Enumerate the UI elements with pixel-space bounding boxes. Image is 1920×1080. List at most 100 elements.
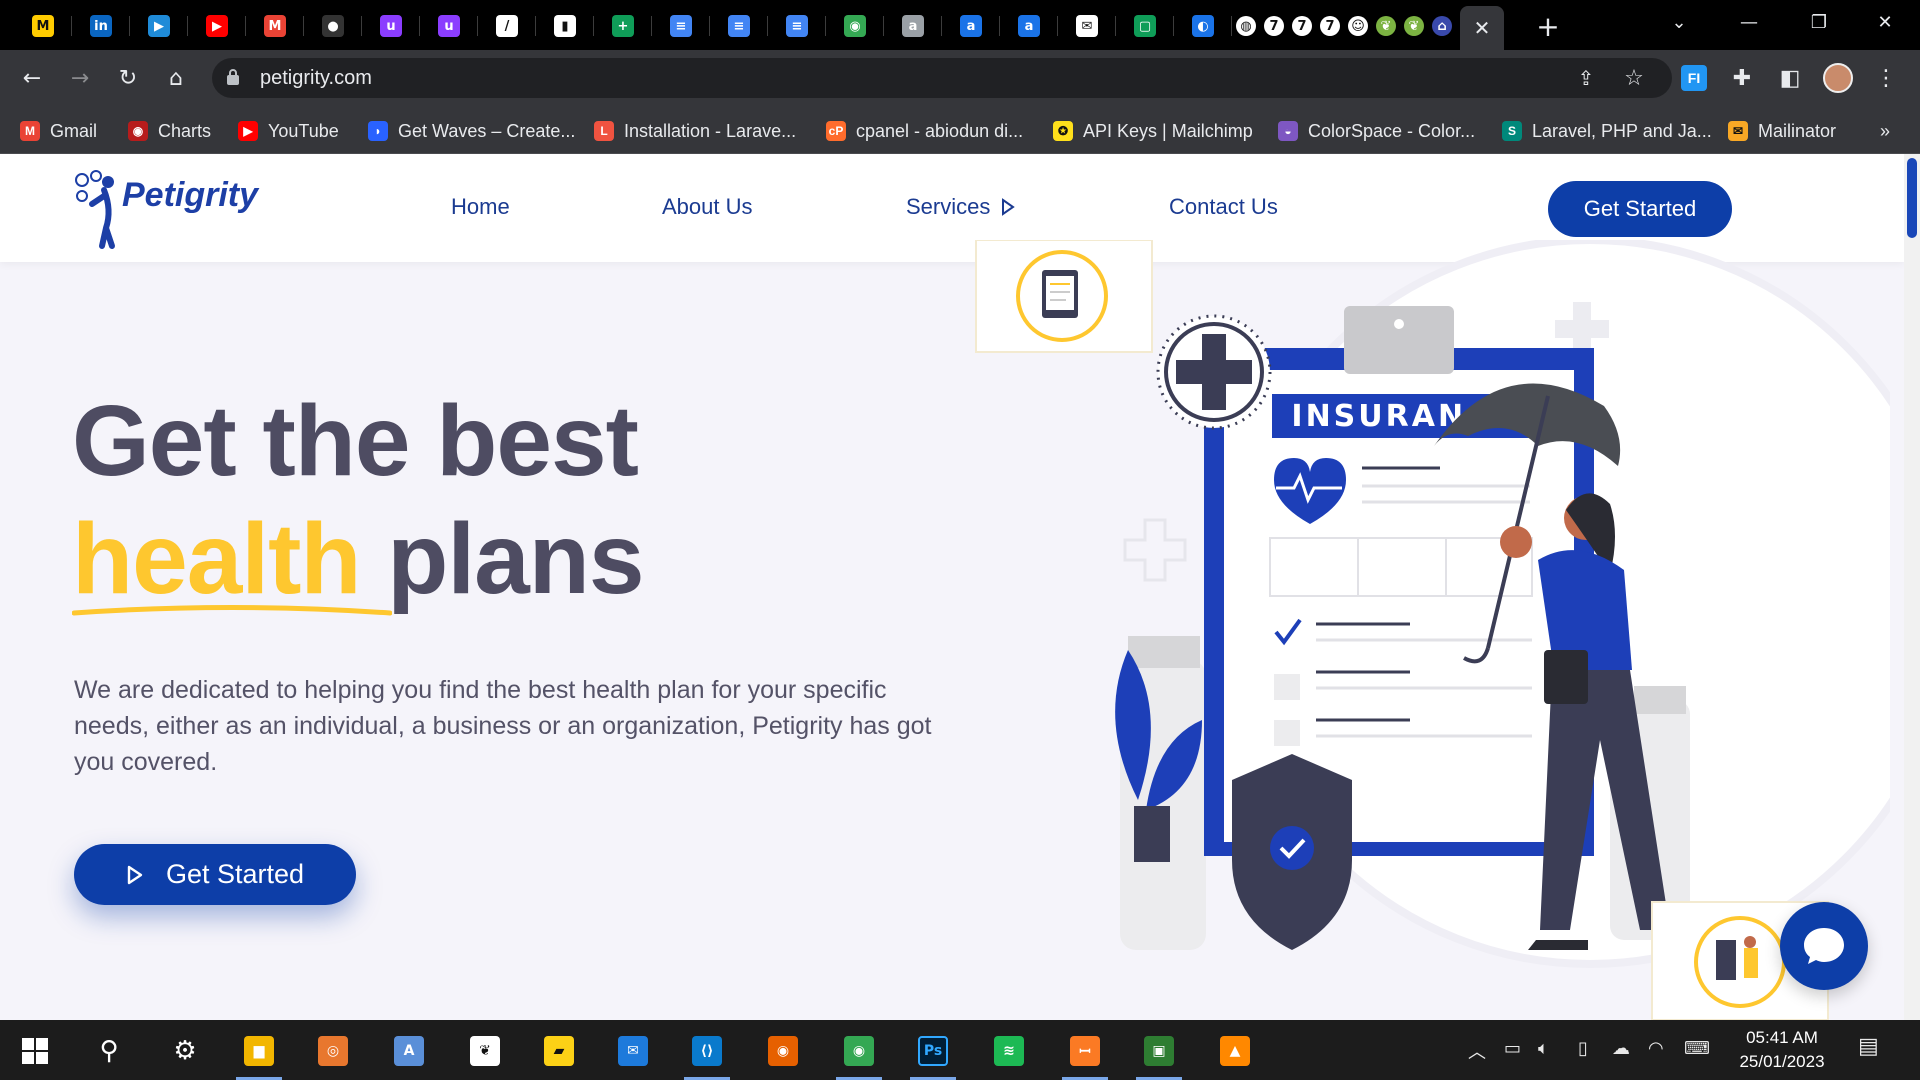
bookmark-item[interactable]: ◗ Get Waves – Create... bbox=[368, 118, 575, 144]
restore-icon[interactable]: ❐ bbox=[1784, 0, 1854, 44]
browser-tab[interactable]: ▶ bbox=[130, 8, 188, 44]
back-icon[interactable]: ← bbox=[14, 60, 50, 96]
browser-tab[interactable]: ◐ bbox=[1174, 8, 1232, 44]
sidepanel-icon[interactable]: ◧ bbox=[1772, 60, 1808, 96]
bookmark-item[interactable]: ◉ Charts bbox=[128, 118, 211, 144]
browser-tab[interactable]: u bbox=[420, 8, 478, 44]
browser-tab[interactable]: ✉ bbox=[1058, 8, 1116, 44]
nav-contact-link[interactable]: Contact Us bbox=[1169, 194, 1278, 220]
taskbar-app-vlc[interactable]: ▲ bbox=[1204, 1028, 1266, 1074]
taskbar-app-app-green[interactable]: ▣ bbox=[1128, 1028, 1190, 1080]
address-bar[interactable]: petigrity.com bbox=[212, 58, 1672, 98]
taskbar-app-file-explorer[interactable]: ▆ bbox=[228, 1028, 290, 1080]
nav-services-label: Services bbox=[906, 194, 991, 219]
browser-tab[interactable]: 7 bbox=[1260, 8, 1288, 44]
share-icon[interactable]: ⇪ bbox=[1568, 60, 1604, 96]
bookmark-item[interactable]: ◒ ColorSpace - Color... bbox=[1278, 118, 1475, 144]
bookmark-item[interactable]: M Gmail bbox=[20, 118, 97, 144]
battery-icon[interactable]: ▭ bbox=[1504, 1038, 1521, 1059]
puzzle-icon[interactable]: ✚ bbox=[1724, 60, 1760, 96]
browser-tab[interactable]: ◉ bbox=[826, 8, 884, 44]
new-tab-button[interactable]: + bbox=[1530, 10, 1566, 43]
taskbar-app-photoshop[interactable]: Ps bbox=[902, 1028, 964, 1080]
active-browser-tab[interactable]: ✕ bbox=[1460, 6, 1504, 50]
browser-tab[interactable]: a bbox=[1000, 8, 1058, 44]
taskbar-app-settings[interactable]: ⚙ bbox=[154, 1028, 216, 1074]
browser-tab[interactable]: ≡ bbox=[768, 8, 826, 44]
close-icon[interactable]: ✕ bbox=[1474, 16, 1491, 41]
browser-tab[interactable]: ❦ bbox=[1400, 8, 1428, 44]
taskbar-app-vscode[interactable]: ⟨⟩ bbox=[676, 1028, 738, 1080]
browser-tab[interactable]: u bbox=[362, 8, 420, 44]
taskbar-app-firefox[interactable]: ◉ bbox=[752, 1028, 814, 1074]
browser-tab[interactable]: + bbox=[594, 8, 652, 44]
browser-tab[interactable]: M bbox=[246, 8, 304, 44]
browser-tab[interactable]: a bbox=[942, 8, 1000, 44]
extension-fi-icon[interactable]: FI bbox=[1676, 60, 1712, 96]
star-icon[interactable]: ☆ bbox=[1616, 60, 1652, 96]
bookmark-item[interactable]: S Laravel, PHP and Ja... bbox=[1502, 118, 1712, 144]
system-clock[interactable]: 05:41 AM 25/01/2023 bbox=[1720, 1026, 1844, 1074]
nav-services-link[interactable]: Services bbox=[906, 194, 1016, 220]
browser-tab[interactable]: ≡ bbox=[652, 8, 710, 44]
forward-icon[interactable]: → bbox=[62, 60, 98, 96]
avatar[interactable] bbox=[1820, 60, 1856, 96]
keyboard-icon[interactable]: ⌨ bbox=[1684, 1038, 1710, 1059]
page-scrollbar[interactable] bbox=[1904, 154, 1920, 1020]
chevron-down-icon[interactable]: ⌄ bbox=[1644, 0, 1714, 44]
browser-tab[interactable]: in bbox=[72, 8, 130, 44]
reload-icon[interactable]: ↻ bbox=[110, 60, 146, 96]
taskbar-app-spotify[interactable]: ≋ bbox=[978, 1028, 1040, 1074]
taskbar-app-xampp[interactable]: ꟷ bbox=[1054, 1028, 1116, 1080]
bookmark-label: API Keys | Mailchimp bbox=[1083, 120, 1253, 141]
bookmark-item[interactable]: ✉ Mailinator bbox=[1728, 118, 1836, 144]
start-button[interactable] bbox=[4, 1028, 66, 1074]
browser-tab[interactable]: ≡ bbox=[710, 8, 768, 44]
cloud-icon[interactable]: ☁ bbox=[1612, 1038, 1630, 1059]
taskbar-app-sticky-notes[interactable]: ▰ bbox=[528, 1028, 590, 1074]
minimize-icon[interactable]: — bbox=[1714, 0, 1784, 44]
menu-icon[interactable]: ⋮ bbox=[1868, 60, 1904, 96]
browser-tab[interactable]: ◍ bbox=[1232, 8, 1260, 44]
nav-get-started-button[interactable]: Get Started bbox=[1548, 181, 1732, 237]
bookmarks-overflow-icon[interactable]: » bbox=[1880, 118, 1890, 144]
nav-about-link[interactable]: About Us bbox=[662, 194, 753, 220]
browser-tab[interactable]: a bbox=[884, 8, 942, 44]
browser-tab[interactable]: ⌂ bbox=[1428, 8, 1456, 44]
lock-icon[interactable] bbox=[226, 68, 240, 86]
scrollbar-thumb[interactable] bbox=[1907, 158, 1917, 238]
bookmark-item[interactable]: cP cpanel - abiodun di... bbox=[826, 118, 1023, 144]
browser-tab[interactable]: 7 bbox=[1316, 8, 1344, 44]
hero-get-started-button[interactable]: Get Started bbox=[74, 844, 356, 905]
browser-tab[interactable]: M bbox=[14, 8, 72, 44]
browser-tab[interactable]: ● bbox=[304, 8, 362, 44]
bookmark-item[interactable]: ✪ API Keys | Mailchimp bbox=[1053, 118, 1253, 144]
chat-widget-button[interactable] bbox=[1780, 902, 1868, 990]
bookmark-item[interactable]: ▶ YouTube bbox=[238, 118, 339, 144]
chevron-up-icon[interactable]: ︿ bbox=[1468, 1038, 1486, 1064]
notification-icon[interactable]: ▤ bbox=[1858, 1034, 1879, 1059]
taskbar-app-mongodb[interactable]: ❦ bbox=[454, 1028, 516, 1074]
browser-tab[interactable]: ☺ bbox=[1344, 8, 1372, 44]
nav-home-link[interactable]: Home bbox=[451, 194, 510, 220]
browser-tab[interactable]: ▢ bbox=[1116, 8, 1174, 44]
browser-tab[interactable]: ▶ bbox=[188, 8, 246, 44]
browser-tab[interactable]: ❦ bbox=[1372, 8, 1400, 44]
taskbar-app-app-orange[interactable]: ◎ bbox=[302, 1028, 364, 1074]
browser-tab[interactable]: 7 bbox=[1288, 8, 1316, 44]
notepad-icon: A bbox=[394, 1036, 424, 1066]
close-window-icon[interactable]: ✕ bbox=[1850, 0, 1920, 44]
device-icon[interactable]: ▯ bbox=[1578, 1038, 1588, 1059]
volume-icon[interactable]: 🔈︎ bbox=[1538, 1038, 1549, 1059]
wifi-icon[interactable]: ◠ bbox=[1648, 1038, 1664, 1059]
bookmark-item[interactable]: L Installation - Larave... bbox=[594, 118, 796, 144]
site-logo[interactable]: Petigrity bbox=[74, 170, 274, 249]
taskbar-app-chrome[interactable]: ◉ bbox=[828, 1028, 890, 1080]
url-text[interactable]: petigrity.com bbox=[260, 67, 372, 90]
search-icon[interactable]: ⚲ bbox=[78, 1028, 140, 1074]
browser-tab[interactable]: ▮ bbox=[536, 8, 594, 44]
home-icon[interactable]: ⌂ bbox=[158, 60, 194, 96]
browser-tab[interactable]: / bbox=[478, 8, 536, 44]
taskbar-app-notepad[interactable]: A bbox=[378, 1028, 440, 1074]
taskbar-app-mail[interactable]: ✉ bbox=[602, 1028, 664, 1074]
